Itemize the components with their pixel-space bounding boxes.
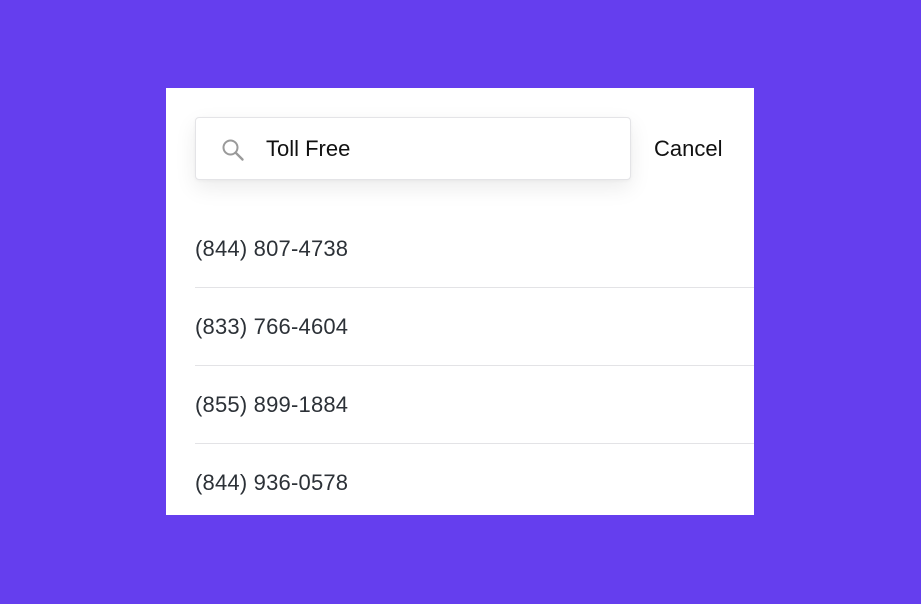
search-input[interactable] xyxy=(266,118,616,179)
cancel-button[interactable]: Cancel xyxy=(654,133,722,165)
result-item[interactable]: (833) 766-4604 xyxy=(195,288,754,366)
search-icon xyxy=(222,139,244,161)
results-list: (844) 807-4738 (833) 766-4604 (855) 899-… xyxy=(195,210,754,515)
result-item[interactable]: (855) 899-1884 xyxy=(195,366,754,444)
result-item[interactable]: (844) 807-4738 xyxy=(195,210,754,288)
search-bar-row: Cancel xyxy=(166,88,754,208)
phone-number: (844) 936-0578 xyxy=(195,469,349,495)
phone-number: (833) 766-4604 xyxy=(195,313,349,339)
phone-number-search-panel: Cancel (844) 807-4738 (833) 766-4604 (85… xyxy=(166,88,754,515)
phone-number: (844) 807-4738 xyxy=(195,235,349,261)
search-box[interactable] xyxy=(195,117,631,180)
result-item[interactable]: (844) 936-0578 xyxy=(195,444,754,515)
phone-number: (855) 899-1884 xyxy=(195,391,349,417)
